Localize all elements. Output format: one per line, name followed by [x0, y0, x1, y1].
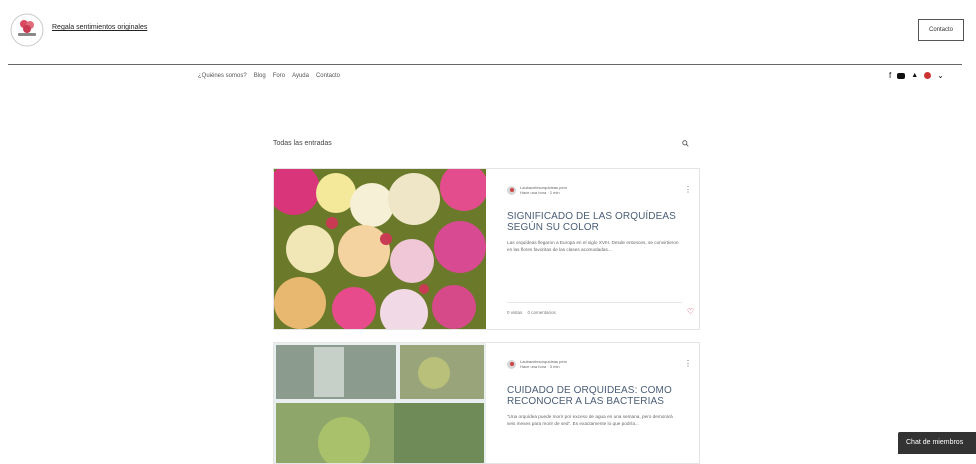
facebook-icon[interactable]: f — [889, 71, 891, 80]
heart-icon[interactable]: ♡ — [687, 307, 694, 316]
nav-item-blog[interactable]: Blog — [254, 73, 266, 79]
post-title[interactable]: CUIDADO DE ORQUIDEAS: COMO RECONOCER A L… — [507, 385, 682, 407]
feed-heading: Todas las entradas — [273, 140, 332, 147]
contact-button[interactable]: Contacto — [918, 19, 964, 41]
chevron-down-icon[interactable]: ⌄ — [937, 71, 944, 80]
views-count: 0 vistas — [507, 310, 523, 315]
post-card[interactable]: Laubacelesorquideas peru Hace una hora ·… — [273, 342, 700, 464]
site-header: Regala sentimientos originales Contacto — [0, 0, 976, 66]
post-author[interactable]: Laubacelesorquideas peru Hace una hora ·… — [507, 185, 682, 195]
post-thumbnail[interactable] — [274, 343, 486, 463]
main-nav: ¿Quiénes somos? Blog Foro Ayuda Contacto — [198, 73, 340, 79]
post-meta: Hace una hora · 3 min — [520, 364, 560, 369]
social-bar: f ▲ ⌄ — [889, 71, 944, 80]
nav-item-quienes[interactable]: ¿Quiénes somos? — [198, 73, 247, 79]
avatar[interactable] — [507, 359, 516, 369]
post-author[interactable]: Laubacelesorquideas peru Hace una hora ·… — [507, 359, 682, 369]
bell-icon[interactable]: ▲ — [911, 72, 918, 79]
members-chat-button[interactable]: Chat de miembros — [898, 432, 976, 454]
nav-item-contacto[interactable]: Contacto — [316, 73, 340, 79]
post-excerpt[interactable]: “Una orquídea puede morir por exceso de … — [507, 413, 682, 427]
nav-item-ayuda[interactable]: Ayuda — [292, 73, 309, 79]
nav-item-foro[interactable]: Foro — [273, 73, 285, 79]
header-divider — [8, 64, 962, 65]
post-stats: 0 vistas 0 comentarios ♡ — [507, 302, 694, 316]
more-options-icon[interactable]: ⋮ — [684, 359, 692, 368]
user-icon[interactable] — [924, 72, 932, 79]
avatar[interactable] — [507, 185, 516, 195]
post-title[interactable]: SIGNIFICADO DE LAS ORQUÍDEAS SEGÚN SU CO… — [507, 211, 682, 233]
more-options-icon[interactable]: ⋮ — [684, 185, 692, 194]
post-card[interactable]: Laubacelesorquideas peru Hace una hora ·… — [273, 168, 700, 330]
post-body: Laubacelesorquideas peru Hace una hora ·… — [507, 359, 692, 427]
post-meta: Hace una hora · 2 min — [520, 190, 560, 195]
tagline-link[interactable]: Regala sentimientos originales — [52, 24, 147, 31]
search-icon[interactable] — [682, 140, 689, 147]
youtube-icon[interactable] — [897, 72, 906, 79]
post-thumbnail[interactable] — [274, 169, 486, 329]
post-body: Laubacelesorquideas peru Hace una hora ·… — [507, 185, 692, 253]
post-excerpt[interactable]: Las orquídeas llegaron a Europa en el si… — [507, 239, 682, 253]
brand-logo[interactable] — [8, 12, 46, 48]
comments-count[interactable]: 0 comentarios — [528, 310, 556, 315]
